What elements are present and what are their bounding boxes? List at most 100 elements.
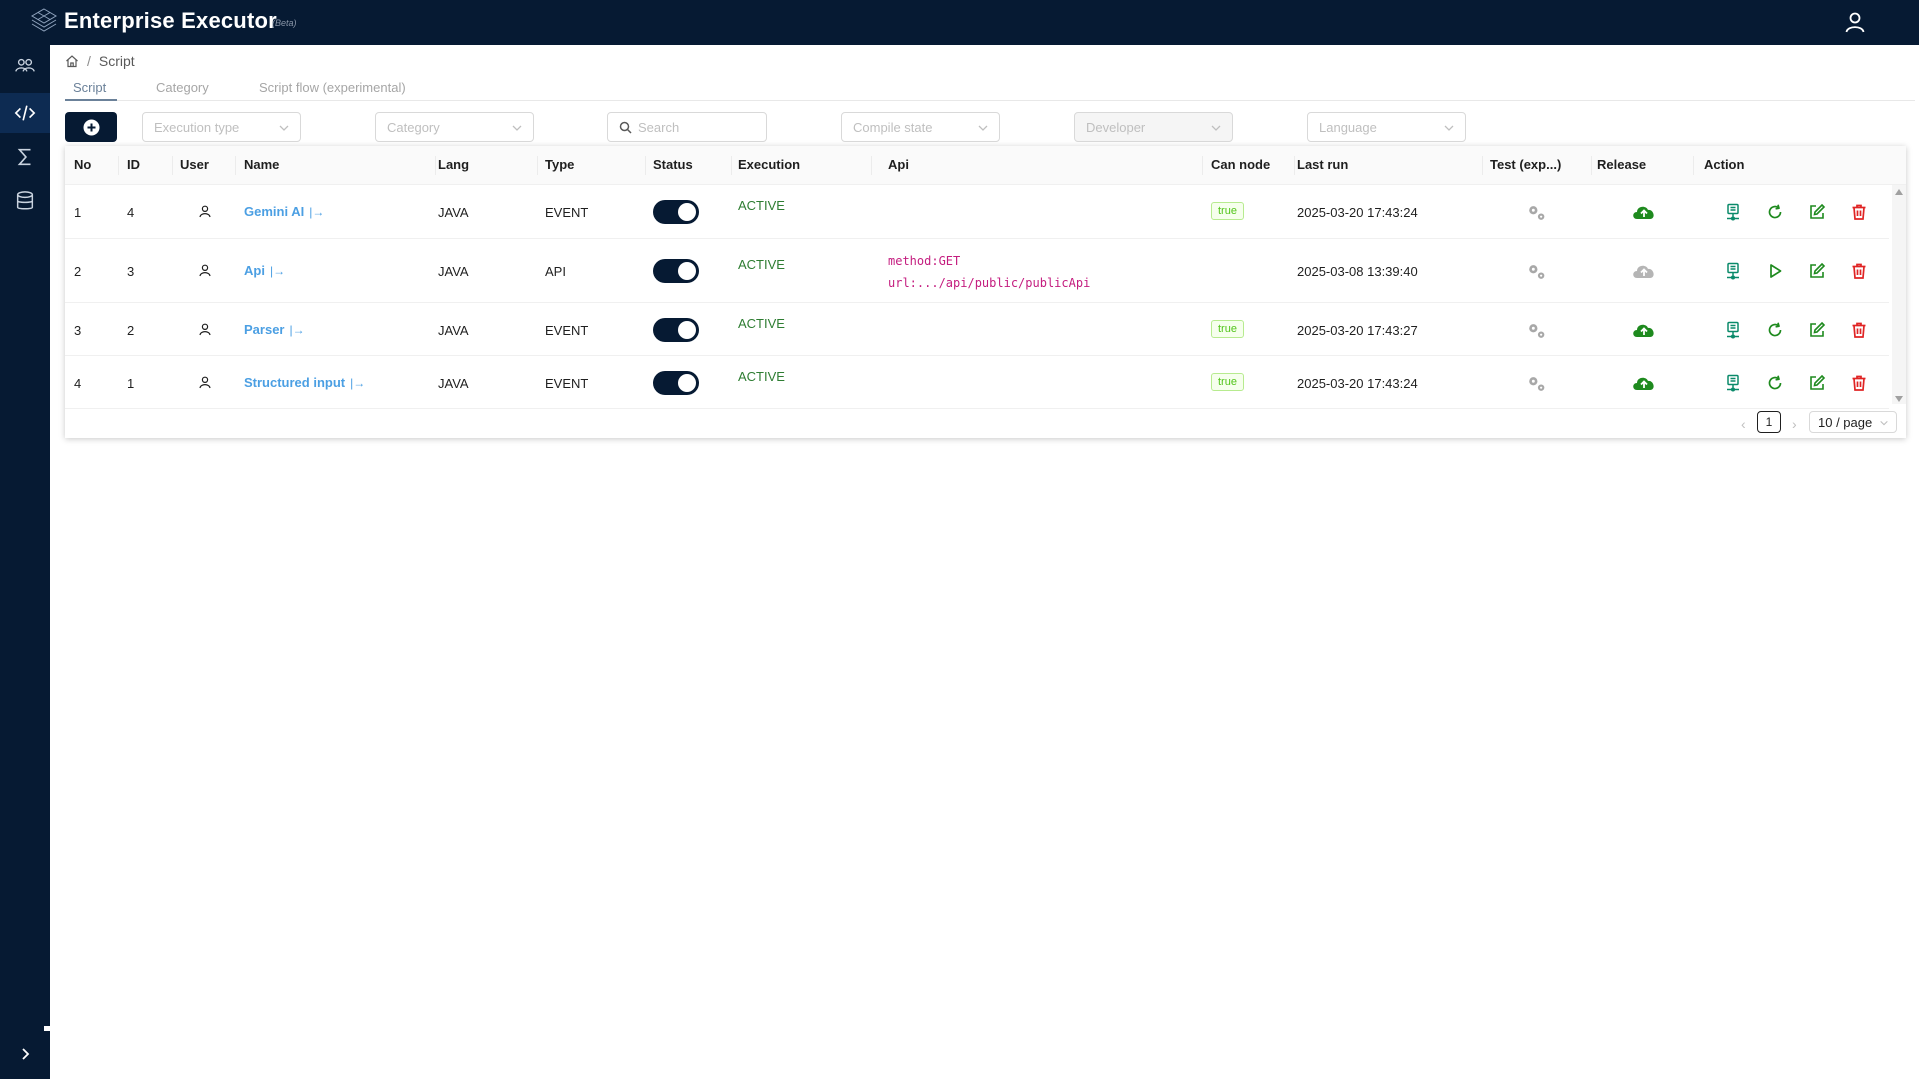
app-title: Enterprise Executor — [64, 8, 277, 33]
script-name-link[interactable]: Parser |→ — [244, 322, 305, 337]
delete-icon[interactable] — [1850, 262, 1868, 280]
reload-icon[interactable] — [1766, 321, 1784, 339]
gears-icon[interactable] — [1526, 373, 1548, 395]
delete-icon[interactable] — [1850, 374, 1868, 392]
status-toggle[interactable] — [653, 200, 699, 224]
edit-icon[interactable] — [1808, 203, 1826, 221]
gears-icon[interactable] — [1526, 202, 1548, 224]
chevron-right-icon — [22, 1048, 30, 1060]
pagination-prev-button[interactable]: ‹ — [1741, 416, 1746, 432]
chevron-down-icon — [1880, 420, 1888, 426]
category-placeholder: Category — [387, 119, 440, 135]
compile-state-select[interactable]: Compile state — [841, 112, 1000, 142]
column-header: No — [74, 157, 92, 172]
reload-icon[interactable] — [1766, 203, 1784, 221]
reload-icon[interactable] — [1766, 374, 1784, 392]
execution-status: ACTIVE — [738, 316, 785, 331]
chevron-down-icon — [1444, 125, 1454, 131]
column-header: User — [180, 157, 209, 172]
language-select[interactable]: Language — [1307, 112, 1466, 142]
script-name[interactable]: Structured input — [244, 375, 345, 390]
open-link-icon[interactable]: |→ — [270, 264, 285, 278]
gears-icon[interactable] — [1526, 261, 1548, 283]
status-toggle[interactable] — [653, 371, 699, 395]
column-divider — [1294, 156, 1295, 175]
users-icon — [15, 58, 35, 72]
open-link-icon[interactable]: |→ — [350, 376, 365, 390]
breadcrumb: / Script — [65, 53, 135, 69]
script-name-link[interactable]: Structured input |→ — [244, 375, 365, 390]
user-icon — [198, 322, 212, 336]
gears-icon[interactable] — [1526, 320, 1548, 342]
script-name[interactable]: Parser — [244, 322, 284, 337]
script-name[interactable]: Api — [244, 263, 265, 278]
column-header: Name — [244, 157, 280, 172]
edit-icon[interactable] — [1808, 374, 1826, 392]
sidebar-item-code[interactable] — [0, 93, 50, 133]
script-name-link[interactable]: Api |→ — [244, 263, 285, 278]
delete-icon[interactable] — [1850, 321, 1868, 339]
chevron-down-icon — [1211, 125, 1221, 131]
execution-type-select[interactable]: Execution type — [142, 112, 301, 142]
cell-id: 4 — [127, 205, 135, 220]
category-select[interactable]: Category — [375, 112, 534, 142]
column-divider — [1693, 156, 1694, 175]
node-icon[interactable] — [1724, 374, 1742, 392]
compile-state-placeholder: Compile state — [853, 119, 933, 135]
add-script-button[interactable] — [65, 112, 117, 142]
table-row: 2 3 Api |→ JAVA API ACTIVE method:GET url:.../ap… — [65, 239, 1889, 303]
open-link-icon[interactable]: |→ — [309, 205, 324, 219]
tab-active-indicator — [65, 99, 117, 101]
table-row: 3 2 Parser |→ JAVA EVENT ACTIVE true 2025-03-20 … — [65, 303, 1889, 356]
cloud-upload-icon[interactable] — [1631, 202, 1657, 222]
tab-bar: Script Category Script flow (experimenta… — [65, 75, 1915, 101]
cell-last-run: 2025-03-20 17:43:24 — [1297, 376, 1418, 391]
page-size-select[interactable]: 10 / page — [1809, 411, 1897, 433]
pagination-current-page[interactable]: 1 — [1757, 411, 1781, 433]
node-icon[interactable] — [1724, 262, 1742, 280]
sidebar-item-sigma[interactable] — [0, 137, 50, 177]
database-icon — [16, 191, 34, 210]
column-header: Can node — [1211, 157, 1271, 172]
search-icon — [619, 121, 632, 134]
column-divider — [1591, 156, 1592, 175]
edit-icon[interactable] — [1808, 321, 1826, 339]
sidebar — [0, 45, 50, 1079]
tab-category[interactable]: Category — [156, 80, 209, 95]
sidebar-item-users[interactable] — [0, 45, 50, 85]
script-name[interactable]: Gemini AI — [244, 204, 304, 219]
cloud-upload-icon[interactable] — [1631, 320, 1657, 340]
cloud-upload-icon[interactable] — [1631, 373, 1657, 393]
logo-icon — [31, 8, 57, 32]
node-icon[interactable] — [1724, 203, 1742, 221]
user-profile-icon[interactable] — [1843, 10, 1867, 34]
sidebar-expand-button[interactable] — [0, 1029, 50, 1079]
column-header: Execution — [738, 157, 801, 172]
script-table: No ID User Name Lang Type Status Executi… — [65, 146, 1906, 438]
sidebar-item-database[interactable] — [0, 181, 50, 221]
pagination-next-button[interactable]: › — [1792, 416, 1797, 432]
search-input[interactable]: Search — [607, 112, 767, 142]
cell-lang: JAVA — [438, 205, 469, 220]
tab-script[interactable]: Script — [73, 80, 106, 95]
play-icon[interactable] — [1766, 262, 1784, 280]
cell-no: 2 — [74, 264, 82, 279]
script-name-link[interactable]: Gemini AI |→ — [244, 204, 324, 219]
node-icon[interactable] — [1724, 321, 1742, 339]
column-divider — [1482, 156, 1483, 175]
status-toggle[interactable] — [653, 259, 699, 283]
cloud-upload-disabled-icon[interactable] — [1631, 261, 1657, 281]
table-scrollbar[interactable] — [1892, 185, 1906, 404]
tab-script-flow[interactable]: Script flow (experimental) — [259, 80, 406, 95]
column-divider — [235, 156, 236, 175]
home-icon[interactable] — [65, 54, 79, 68]
sigma-icon — [17, 148, 31, 166]
status-toggle[interactable] — [653, 318, 699, 342]
delete-icon[interactable] — [1850, 203, 1868, 221]
execution-status: ACTIVE — [738, 257, 785, 272]
edit-icon[interactable] — [1808, 262, 1826, 280]
column-divider — [435, 156, 436, 175]
scroll-up-arrow[interactable] — [1895, 189, 1903, 195]
scroll-down-arrow[interactable] — [1895, 396, 1903, 402]
open-link-icon[interactable]: |→ — [289, 323, 304, 337]
